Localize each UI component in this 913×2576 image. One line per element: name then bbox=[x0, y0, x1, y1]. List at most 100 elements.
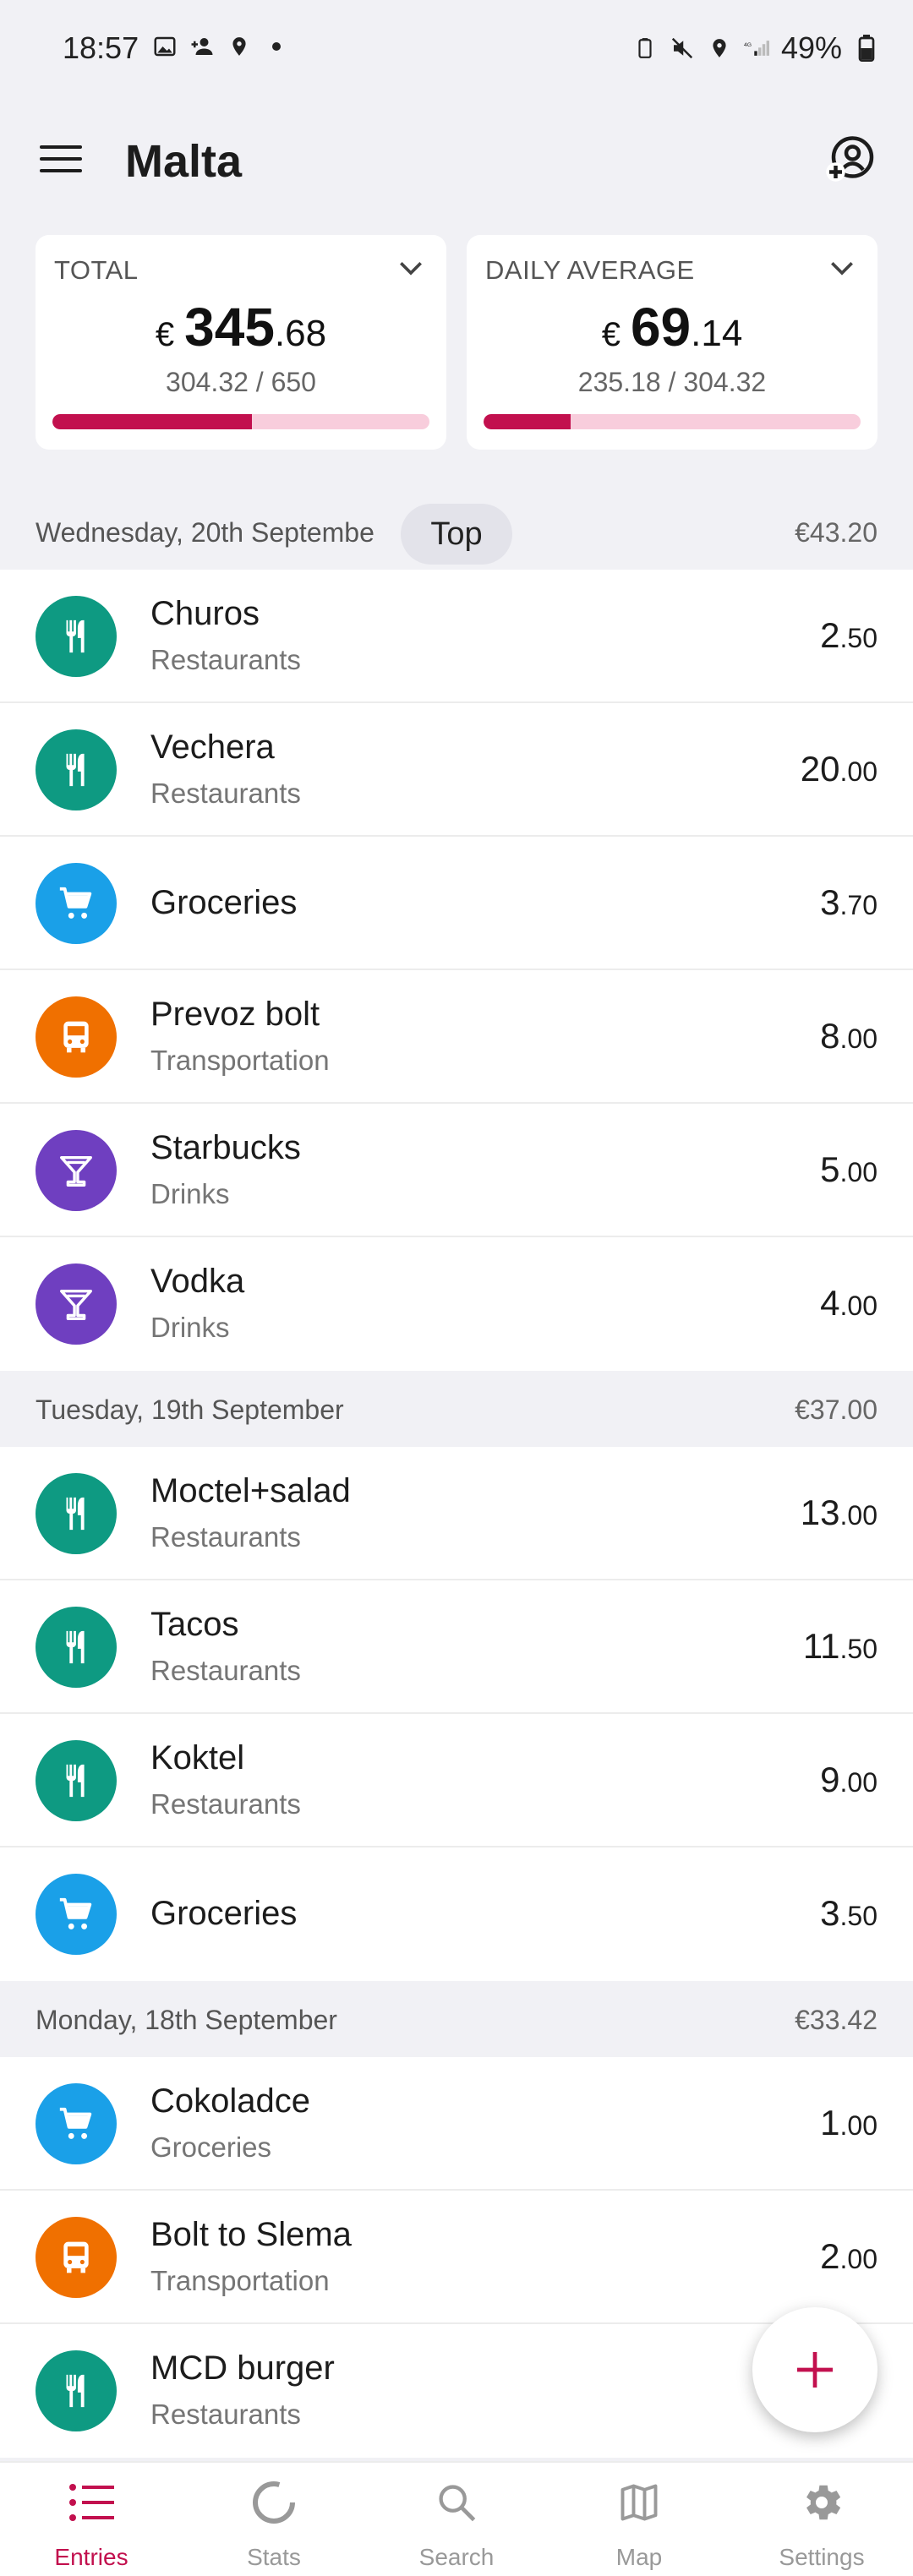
list-item[interactable]: Vechera Restaurants 20.00 bbox=[0, 703, 913, 837]
restaurant-icon bbox=[36, 2350, 117, 2431]
nav-label: Entries bbox=[54, 2544, 128, 2570]
spent-value: 304.32 bbox=[166, 367, 249, 397]
budget-progress-bar bbox=[52, 414, 429, 429]
entry-name: Vodka bbox=[150, 1263, 245, 1300]
amount-decimal: .00 bbox=[839, 2244, 877, 2274]
list-item[interactable]: Tacos Restaurants 11.50 bbox=[0, 1580, 913, 1714]
list-item[interactable]: Prevoz bolt Transportation 8.00 bbox=[0, 970, 913, 1104]
amount-decimal: .50 bbox=[839, 1901, 877, 1931]
list-item[interactable]: Churos Restaurants 2.50 bbox=[0, 570, 913, 703]
hamburger-menu-icon bbox=[40, 145, 82, 172]
plus-icon bbox=[797, 2352, 833, 2388]
person-add-notification-icon bbox=[189, 34, 215, 59]
status-time: 18:57 bbox=[63, 30, 139, 65]
currency-symbol: € bbox=[601, 316, 621, 353]
list-item[interactable]: Bolt to Slema Transportation 2.00 bbox=[0, 2191, 913, 2324]
list-item[interactable]: Moctel+salad Restaurants 13.00 bbox=[0, 1447, 913, 1580]
amount-decimal: .00 bbox=[839, 1291, 877, 1321]
amount-whole: 20 bbox=[800, 749, 840, 789]
day-total: €37.00 bbox=[795, 1394, 877, 1425]
amount-whole: 13 bbox=[800, 1493, 840, 1532]
day-header: Tuesday, 19th September €37.00 bbox=[0, 1371, 913, 1447]
nav-stats[interactable]: Stats bbox=[183, 2463, 365, 2576]
entry-category: Transportation bbox=[150, 2265, 330, 2296]
list-item[interactable]: Vodka Drinks 4.00 bbox=[0, 1237, 913, 1371]
currency-symbol: € bbox=[155, 316, 175, 353]
gear-icon bbox=[797, 2478, 846, 2527]
add-person-button[interactable] bbox=[822, 128, 879, 186]
chevron-down-icon[interactable] bbox=[825, 252, 859, 286]
restaurant-icon bbox=[36, 1473, 117, 1554]
entry-name: Cokoladce bbox=[150, 2082, 311, 2120]
day-title: Wednesday, 20th Septembe bbox=[36, 517, 374, 548]
svg-text:4G: 4G bbox=[744, 42, 752, 48]
day-header: Monday, 18th September €33.42 bbox=[0, 1981, 913, 2057]
entry-name: Starbucks bbox=[150, 1129, 301, 1166]
nav-entries[interactable]: Entries bbox=[0, 2463, 183, 2576]
entry-name: Groceries bbox=[150, 1895, 298, 1932]
nav-label: Search bbox=[418, 2544, 495, 2570]
budget-value: 650 bbox=[271, 367, 316, 397]
menu-button[interactable] bbox=[37, 135, 85, 183]
card-budget-line: 304.32 / 650 bbox=[166, 367, 316, 397]
bus-icon bbox=[36, 2217, 117, 2298]
scroll-to-top-chip[interactable]: Top bbox=[401, 504, 512, 565]
entry-name: Vechera bbox=[150, 729, 275, 766]
card-label: TOTAL bbox=[54, 255, 139, 285]
list-item[interactable]: Groceries 3.70 bbox=[0, 837, 913, 970]
entry-list[interactable]: Wednesday, 20th Septembe €43.20 Churos Rest… bbox=[0, 494, 913, 2458]
amount-whole: 69 bbox=[630, 297, 692, 357]
amount-whole: 3 bbox=[820, 1893, 840, 1933]
map-icon bbox=[615, 2478, 664, 2527]
list-item[interactable]: Koktel Restaurants 9.00 bbox=[0, 1714, 913, 1847]
day-total: €33.42 bbox=[795, 2005, 877, 2035]
cart-icon bbox=[36, 863, 117, 944]
budget-progress-fill bbox=[52, 414, 253, 429]
entry-category: Restaurants bbox=[150, 1521, 301, 1553]
entry-amount: 1.00 bbox=[820, 2103, 877, 2143]
entry-amount: 2.00 bbox=[820, 2236, 877, 2277]
list-item[interactable]: Starbucks Drinks 5.00 bbox=[0, 1104, 913, 1237]
card-amount: €69.14 bbox=[467, 296, 877, 358]
day-total: €43.20 bbox=[795, 517, 877, 548]
entry-name: Tacos bbox=[150, 1606, 239, 1643]
amount-whole: 2 bbox=[820, 615, 840, 655]
amount-decimal: .50 bbox=[839, 1634, 877, 1664]
battery-saver-icon bbox=[632, 35, 658, 61]
daily-average-card[interactable]: DAILY AVERAGE €69.14 235.18 / 304.32 bbox=[467, 235, 877, 450]
card-label: DAILY AVERAGE bbox=[485, 255, 695, 285]
entry-name: Groceries bbox=[150, 884, 298, 921]
total-card[interactable]: TOTAL €345.68 304.32 / 650 bbox=[36, 235, 446, 450]
budget-progress-fill bbox=[484, 414, 571, 429]
amount-whole: 3 bbox=[820, 882, 840, 922]
location-notification-icon bbox=[227, 34, 252, 59]
cocktail-icon bbox=[36, 1130, 117, 1211]
list-item[interactable]: Cokoladce Groceries 1.00 bbox=[0, 2057, 913, 2191]
entry-amount: 5.00 bbox=[820, 1149, 877, 1190]
nav-map[interactable]: Map bbox=[548, 2463, 730, 2576]
location-icon bbox=[707, 35, 732, 61]
entry-category: Drinks bbox=[150, 1312, 230, 1343]
stats-icon bbox=[249, 2478, 298, 2527]
amount-decimal: .14 bbox=[691, 313, 743, 354]
entry-category: Groceries bbox=[150, 2131, 272, 2163]
nav-search[interactable]: Search bbox=[365, 2463, 548, 2576]
amount-decimal: .00 bbox=[839, 756, 877, 787]
day-title: Tuesday, 19th September bbox=[36, 1394, 344, 1425]
status-bar: 18:57 4G 49% bbox=[0, 0, 913, 101]
amount-whole: 9 bbox=[820, 1760, 840, 1799]
amount-decimal: .70 bbox=[839, 890, 877, 920]
entry-amount: 8.00 bbox=[820, 1016, 877, 1056]
entry-amount: 3.70 bbox=[820, 882, 877, 923]
add-entry-button[interactable] bbox=[752, 2307, 877, 2432]
chevron-down-icon[interactable] bbox=[394, 252, 428, 286]
battery-icon bbox=[854, 35, 879, 62]
cart-icon bbox=[36, 1874, 117, 1955]
cart-icon bbox=[36, 2083, 117, 2164]
entry-amount: 3.50 bbox=[820, 1893, 877, 1934]
entry-category: Restaurants bbox=[150, 2399, 301, 2430]
nav-settings[interactable]: Settings bbox=[730, 2463, 913, 2576]
amount-decimal: .68 bbox=[274, 313, 327, 354]
amount-whole: 4 bbox=[820, 1283, 840, 1323]
list-item[interactable]: Groceries 3.50 bbox=[0, 1847, 913, 1981]
